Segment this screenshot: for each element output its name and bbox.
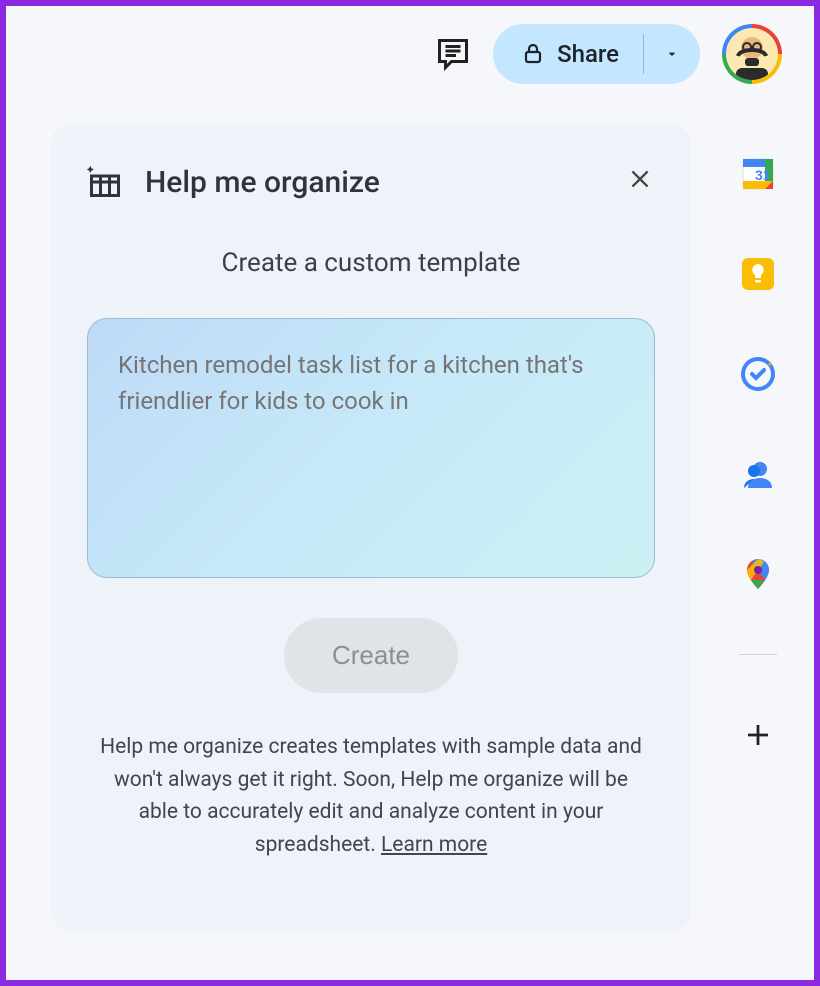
share-label: Share — [557, 40, 619, 68]
keep-icon[interactable] — [738, 254, 778, 294]
lock-icon — [521, 42, 545, 66]
close-icon — [627, 166, 653, 192]
top-bar: Share — [6, 6, 814, 102]
learn-more-link[interactable]: Learn more — [381, 833, 487, 857]
share-dropdown-button[interactable] — [644, 24, 700, 84]
close-button[interactable] — [625, 164, 655, 194]
organize-icon — [87, 164, 123, 200]
share-button[interactable]: Share — [493, 24, 643, 84]
panel-subtitle: Create a custom template — [87, 248, 655, 278]
help-me-organize-panel: Help me organize Create a custom templat… — [51, 124, 691, 931]
tasks-icon[interactable] — [738, 354, 778, 394]
share-button-group: Share — [493, 24, 700, 84]
contacts-icon[interactable] — [738, 454, 778, 494]
svg-text:31: 31 — [755, 167, 771, 183]
rail-divider — [739, 654, 777, 655]
prompt-input[interactable] — [87, 318, 655, 578]
main-area: Help me organize Create a custom templat… — [6, 114, 702, 980]
panel-header: Help me organize — [87, 164, 655, 200]
caret-down-icon — [664, 46, 680, 62]
disclaimer-text: Help me organize creates templates with … — [87, 731, 655, 861]
add-addon-button[interactable] — [738, 715, 778, 755]
maps-icon[interactable] — [738, 554, 778, 594]
create-button[interactable]: Create — [284, 618, 458, 693]
side-panel-rail: 31 — [702, 136, 814, 980]
comment-icon[interactable] — [435, 36, 471, 72]
calendar-icon[interactable]: 31 — [738, 154, 778, 194]
account-avatar[interactable] — [722, 24, 782, 84]
panel-title: Help me organize — [145, 165, 380, 200]
disclaimer-body: Help me organize creates templates with … — [100, 735, 642, 857]
plus-icon — [743, 720, 773, 750]
